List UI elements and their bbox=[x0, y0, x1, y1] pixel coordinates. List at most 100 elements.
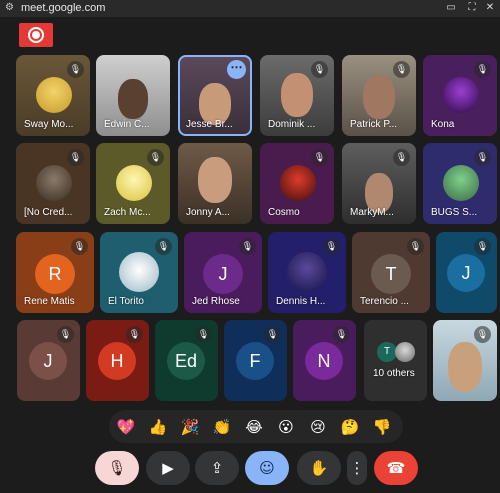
avatar bbox=[280, 165, 316, 201]
reaction-party[interactable]: 🎉 bbox=[180, 418, 200, 436]
participant-tile-ed[interactable]: Ed 🎙 bbox=[155, 320, 218, 401]
avatar bbox=[119, 252, 159, 292]
others-tile[interactable]: T 10 others bbox=[364, 320, 427, 401]
avatar bbox=[287, 252, 327, 292]
reaction-thumbs-down[interactable]: 👎 bbox=[372, 418, 392, 436]
participant-name: Kona bbox=[431, 119, 455, 130]
reaction-thinking[interactable]: 🤔 bbox=[340, 418, 360, 436]
reaction-heart[interactable]: 💖 bbox=[116, 418, 136, 436]
participant-tile-rene[interactable]: R 🎙 Rene Matis bbox=[16, 232, 94, 313]
present-button[interactable]: ⇪ bbox=[195, 451, 239, 485]
mic-off-icon: 🎙 bbox=[393, 61, 410, 78]
participant-name: [No Cred... bbox=[24, 207, 73, 218]
participant-name: BUGS S... bbox=[431, 207, 478, 218]
participant-tile-terencio[interactable]: T 🎙 Terencio ... bbox=[352, 232, 430, 313]
participant-tile-patrick[interactable]: 🎙 Patrick P... bbox=[342, 55, 416, 136]
reaction-clap[interactable]: 👏 bbox=[212, 418, 232, 436]
participant-tile-j-right[interactable]: J 🎙 bbox=[436, 232, 497, 313]
more-options-button[interactable]: ⋮ bbox=[347, 451, 367, 485]
raise-hand-icon: ✋ bbox=[309, 459, 329, 477]
mic-off-icon: 🎙 bbox=[147, 149, 164, 166]
mic-off-icon: 🎙 bbox=[333, 326, 350, 343]
participant-tile-markym[interactable]: 🎙 MarkyM... bbox=[342, 143, 416, 224]
participant-tile-zach[interactable]: 🎙 Zach Mc... bbox=[96, 143, 170, 224]
end-call-button[interactable]: ☎ bbox=[374, 451, 418, 485]
avatar: F bbox=[236, 342, 274, 380]
mic-off-icon: 🎙 bbox=[71, 238, 88, 255]
participant-video bbox=[281, 73, 313, 117]
participant-name: Terencio ... bbox=[360, 296, 409, 307]
participant-name: El Torito bbox=[108, 296, 144, 307]
participant-name: Edwin C... bbox=[104, 119, 150, 130]
participant-video bbox=[118, 79, 148, 119]
camera-toggle-button[interactable]: ▶ bbox=[146, 451, 190, 485]
reaction-laugh[interactable]: 😂 bbox=[244, 418, 264, 436]
avatar bbox=[36, 165, 72, 201]
more-options-icon[interactable]: ⋯ bbox=[227, 60, 246, 79]
mic-off-icon: 🎙 bbox=[155, 238, 172, 255]
camera-icon: ▶ bbox=[162, 459, 174, 477]
participant-video bbox=[198, 157, 232, 203]
participant-tile-j[interactable]: J 🎙 bbox=[17, 320, 80, 401]
participant-tile-jed[interactable]: J 🎙 Jed Rhose bbox=[184, 232, 262, 313]
participant-name: Zach Mc... bbox=[104, 207, 151, 218]
participant-tile-dennis[interactable]: 🎙 Dennis H... bbox=[268, 232, 346, 313]
mic-off-icon: 🎙 bbox=[57, 326, 74, 343]
mic-off-icon: 🎙 bbox=[239, 238, 256, 255]
present-screen-icon: ⇪ bbox=[210, 459, 224, 477]
more-vert-icon: ⋮ bbox=[349, 459, 365, 477]
participant-tile-n[interactable]: N 🎙 bbox=[293, 320, 356, 401]
mic-off-icon: 🎙 bbox=[474, 238, 491, 255]
participant-tile-f[interactable]: F 🎙 bbox=[224, 320, 287, 401]
avatar bbox=[443, 165, 479, 201]
reactions-bar: 💖 👍 🎉 👏 😂 😮 😢 🤔 👎 bbox=[109, 410, 403, 443]
participant-tile-kona[interactable]: 🎙 Kona bbox=[423, 55, 497, 136]
participant-tile-cosmo[interactable]: 🎙 Cosmo bbox=[260, 143, 334, 224]
participant-name: Rene Matis bbox=[24, 296, 75, 307]
participant-name: Cosmo bbox=[268, 207, 300, 218]
mic-off-icon: 🎙 bbox=[67, 61, 84, 78]
participant-tile-bugs[interactable]: 🎙 BUGS S... bbox=[423, 143, 497, 224]
avatar bbox=[36, 77, 72, 113]
avatar bbox=[443, 77, 479, 113]
avatar: N bbox=[305, 342, 343, 380]
mic-off-icon: 🎙 bbox=[393, 149, 410, 166]
participant-tile-h[interactable]: H 🎙 bbox=[86, 320, 149, 401]
mic-off-icon: 🎙 bbox=[474, 149, 491, 166]
end-call-icon: ☎ bbox=[386, 459, 406, 477]
others-avatar: T bbox=[377, 342, 397, 362]
participant-tile-jesse[interactable]: ⋯ Jesse Br... bbox=[178, 55, 252, 136]
mic-off-icon: 🎙 bbox=[311, 61, 328, 78]
avatar: J bbox=[447, 254, 485, 292]
participant-tile-jonny[interactable]: Jonny A... bbox=[178, 143, 252, 224]
others-label: 10 others bbox=[373, 368, 415, 379]
emoji-button[interactable]: ☺ bbox=[245, 451, 289, 485]
participant-name: Dominik ... bbox=[268, 119, 316, 130]
participant-name: Sway Mo... bbox=[24, 119, 74, 130]
avatar: T bbox=[371, 254, 411, 294]
mic-off-icon: 🎙 bbox=[264, 326, 281, 343]
participant-tile-sway[interactable]: 🎙 Sway Mo... bbox=[16, 55, 90, 136]
participant-tile-dominik[interactable]: 🎙 Dominik ... bbox=[260, 55, 334, 136]
participant-video bbox=[363, 75, 395, 119]
self-view-tile[interactable]: 🎙 bbox=[433, 320, 497, 401]
participant-tile-nocred[interactable]: 🎙 [No Cred... bbox=[16, 143, 90, 224]
mic-off-icon: 🎙 bbox=[323, 238, 340, 255]
participant-name: MarkyM... bbox=[350, 207, 394, 218]
mic-off-icon: 🎙 bbox=[311, 149, 328, 166]
participant-tile-eltorito[interactable]: 🎙 El Torito bbox=[100, 232, 178, 313]
participant-name: Dennis H... bbox=[276, 296, 326, 307]
reaction-sad[interactable]: 😢 bbox=[308, 418, 328, 436]
participant-name: Jed Rhose bbox=[192, 296, 240, 307]
reaction-surprised[interactable]: 😮 bbox=[276, 418, 296, 436]
participant-name: Jesse Br... bbox=[186, 119, 233, 130]
reaction-thumbs-up[interactable]: 👍 bbox=[148, 418, 168, 436]
mic-off-icon: 🎙 bbox=[474, 326, 491, 343]
mic-toggle-button[interactable]: 🎙 bbox=[95, 451, 139, 485]
mic-off-icon: 🎙 bbox=[474, 61, 491, 78]
avatar bbox=[116, 165, 152, 201]
raise-hand-button[interactable]: ✋ bbox=[297, 451, 341, 485]
avatar: H bbox=[98, 342, 136, 380]
participant-video bbox=[448, 342, 482, 392]
participant-tile-edwin[interactable]: Edwin C... bbox=[96, 55, 170, 136]
